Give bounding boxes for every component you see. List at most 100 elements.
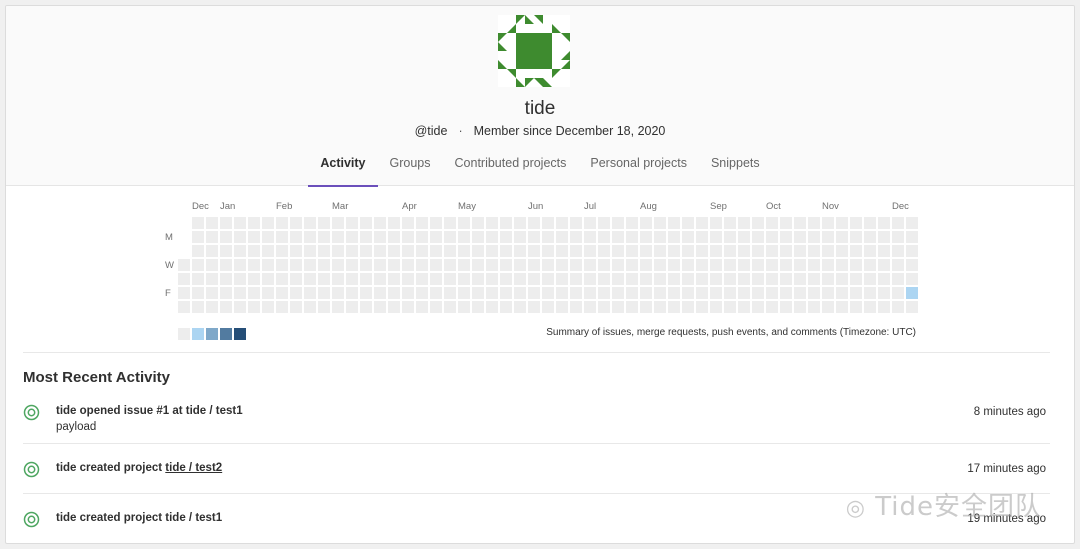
calendar-day[interactable] [682, 301, 694, 313]
calendar-day[interactable] [598, 259, 610, 271]
calendar-day[interactable] [458, 245, 470, 257]
calendar-day[interactable] [906, 231, 918, 243]
calendar-day[interactable] [780, 231, 792, 243]
calendar-day[interactable] [556, 301, 568, 313]
calendar-day[interactable] [696, 231, 708, 243]
calendar-day[interactable] [234, 301, 246, 313]
calendar-day[interactable] [262, 259, 274, 271]
calendar-day[interactable] [444, 259, 456, 271]
calendar-day[interactable] [668, 259, 680, 271]
calendar-day[interactable] [500, 259, 512, 271]
calendar-day[interactable] [486, 287, 498, 299]
tab-contributed-projects[interactable]: Contributed projects [443, 151, 579, 186]
calendar-day[interactable] [388, 301, 400, 313]
calendar-day[interactable] [598, 245, 610, 257]
calendar-day[interactable] [584, 259, 596, 271]
calendar-day[interactable] [906, 217, 918, 229]
calendar-day[interactable] [332, 301, 344, 313]
calendar-day[interactable] [654, 217, 666, 229]
calendar-day[interactable] [906, 245, 918, 257]
calendar-day[interactable] [430, 231, 442, 243]
calendar-day[interactable] [472, 287, 484, 299]
calendar-day[interactable] [710, 259, 722, 271]
activity-description[interactable]: tide opened issue #1 at tide / test1 [56, 405, 243, 417]
avatar[interactable] [498, 15, 570, 87]
calendar-day[interactable] [304, 301, 316, 313]
calendar-day[interactable] [640, 287, 652, 299]
calendar-day[interactable] [864, 217, 876, 229]
calendar-day[interactable] [304, 231, 316, 243]
calendar-day[interactable] [430, 245, 442, 257]
calendar-day[interactable] [332, 287, 344, 299]
calendar-day[interactable] [430, 217, 442, 229]
calendar-day[interactable] [780, 217, 792, 229]
calendar-day[interactable] [430, 259, 442, 271]
calendar-day[interactable] [668, 217, 680, 229]
calendar-day[interactable] [850, 301, 862, 313]
calendar-day[interactable] [556, 245, 568, 257]
calendar-day[interactable] [346, 259, 358, 271]
calendar-day[interactable] [584, 273, 596, 285]
calendar-day[interactable] [710, 245, 722, 257]
calendar-day[interactable] [192, 273, 204, 285]
calendar-day[interactable] [710, 287, 722, 299]
tab-activity[interactable]: Activity [308, 151, 378, 187]
calendar-day[interactable] [430, 287, 442, 299]
calendar-day[interactable] [262, 245, 274, 257]
calendar-day[interactable] [794, 259, 806, 271]
calendar-day[interactable] [682, 259, 694, 271]
calendar-day[interactable] [808, 231, 820, 243]
calendar-day[interactable] [850, 259, 862, 271]
calendar-day[interactable] [710, 217, 722, 229]
calendar-day[interactable] [542, 231, 554, 243]
calendar-day[interactable] [878, 301, 890, 313]
calendar-day[interactable] [276, 231, 288, 243]
calendar-day[interactable] [766, 217, 778, 229]
calendar-day[interactable] [542, 273, 554, 285]
calendar-day[interactable] [570, 231, 582, 243]
calendar-day[interactable] [864, 231, 876, 243]
calendar-day[interactable] [290, 231, 302, 243]
calendar-day[interactable] [626, 245, 638, 257]
calendar-day[interactable] [220, 231, 232, 243]
calendar-day[interactable] [878, 217, 890, 229]
calendar-day[interactable] [808, 287, 820, 299]
calendar-day[interactable] [528, 259, 540, 271]
calendar-day[interactable] [724, 217, 736, 229]
calendar-day[interactable] [402, 217, 414, 229]
calendar-day[interactable] [192, 287, 204, 299]
calendar-day[interactable] [668, 301, 680, 313]
calendar-day[interactable] [668, 231, 680, 243]
calendar-day[interactable] [878, 287, 890, 299]
calendar-day[interactable] [514, 259, 526, 271]
calendar-day[interactable] [612, 287, 624, 299]
calendar-day[interactable] [654, 273, 666, 285]
calendar-day[interactable] [206, 231, 218, 243]
calendar-day[interactable] [612, 217, 624, 229]
calendar-day[interactable] [696, 287, 708, 299]
calendar-day[interactable] [388, 217, 400, 229]
calendar-day[interactable] [346, 231, 358, 243]
calendar-day[interactable] [640, 259, 652, 271]
calendar-day[interactable] [822, 273, 834, 285]
calendar-day[interactable] [850, 287, 862, 299]
calendar-day[interactable] [598, 301, 610, 313]
calendar-day[interactable] [206, 287, 218, 299]
calendar-day[interactable] [696, 245, 708, 257]
calendar-day[interactable] [794, 287, 806, 299]
calendar-day[interactable] [528, 301, 540, 313]
calendar-day[interactable] [556, 259, 568, 271]
calendar-day[interactable] [570, 245, 582, 257]
calendar-day[interactable] [836, 301, 848, 313]
calendar-day[interactable] [626, 231, 638, 243]
calendar-day[interactable] [500, 273, 512, 285]
calendar-day[interactable] [374, 231, 386, 243]
calendar-day[interactable] [864, 273, 876, 285]
calendar-day[interactable] [598, 231, 610, 243]
calendar-day[interactable] [640, 301, 652, 313]
activity-description[interactable]: tide created project tide / test1 [56, 512, 222, 524]
calendar-day[interactable] [752, 287, 764, 299]
calendar-day[interactable] [444, 273, 456, 285]
calendar-day[interactable] [668, 245, 680, 257]
calendar-day[interactable] [416, 287, 428, 299]
